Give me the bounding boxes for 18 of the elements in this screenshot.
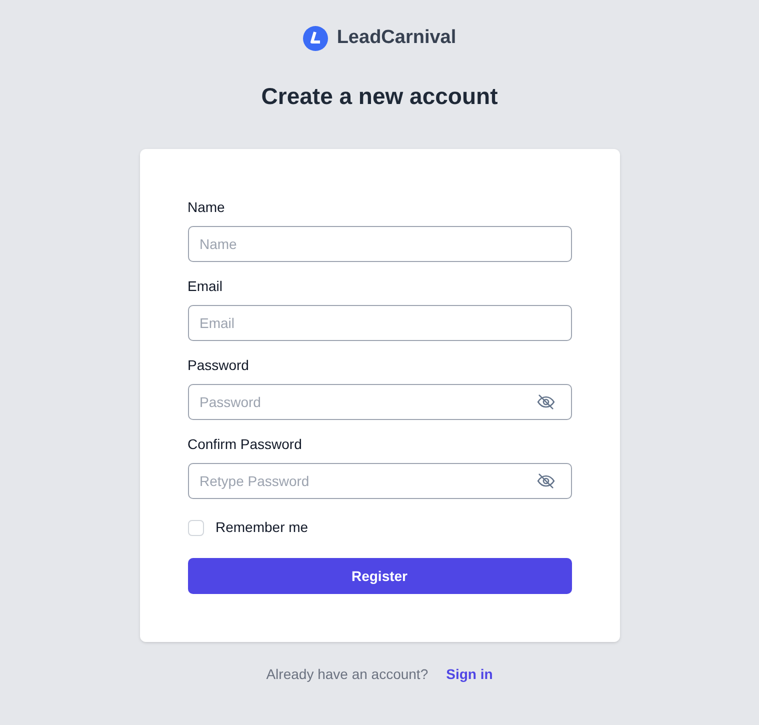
- hidden-eye-icon[interactable]: [536, 392, 556, 412]
- field-label: Confirm Password: [188, 436, 303, 452]
- register-button[interactable]: Register: [188, 558, 572, 594]
- field-label: Name: [188, 199, 226, 215]
- signin-prompt: Already have an account?: [266, 665, 428, 684]
- input-field[interactable]: Retype Password: [188, 463, 572, 499]
- brand-name: LeadCarnival: [336, 26, 456, 50]
- field-label: Password: [188, 357, 250, 373]
- input-field[interactable]: Password: [188, 384, 572, 420]
- sign-in-link[interactable]: Sign in: [446, 664, 493, 685]
- input-field[interactable]: Email: [188, 305, 572, 341]
- logo-icon: [302, 26, 328, 51]
- field-label: Email: [188, 278, 224, 294]
- input-field[interactable]: Name: [188, 226, 572, 262]
- page-heading: Create a new account: [261, 82, 498, 110]
- hidden-eye-icon[interactable]: [536, 471, 556, 491]
- remember-label: Remember me: [216, 518, 308, 537]
- remember-checkbox[interactable]: [188, 520, 204, 536]
